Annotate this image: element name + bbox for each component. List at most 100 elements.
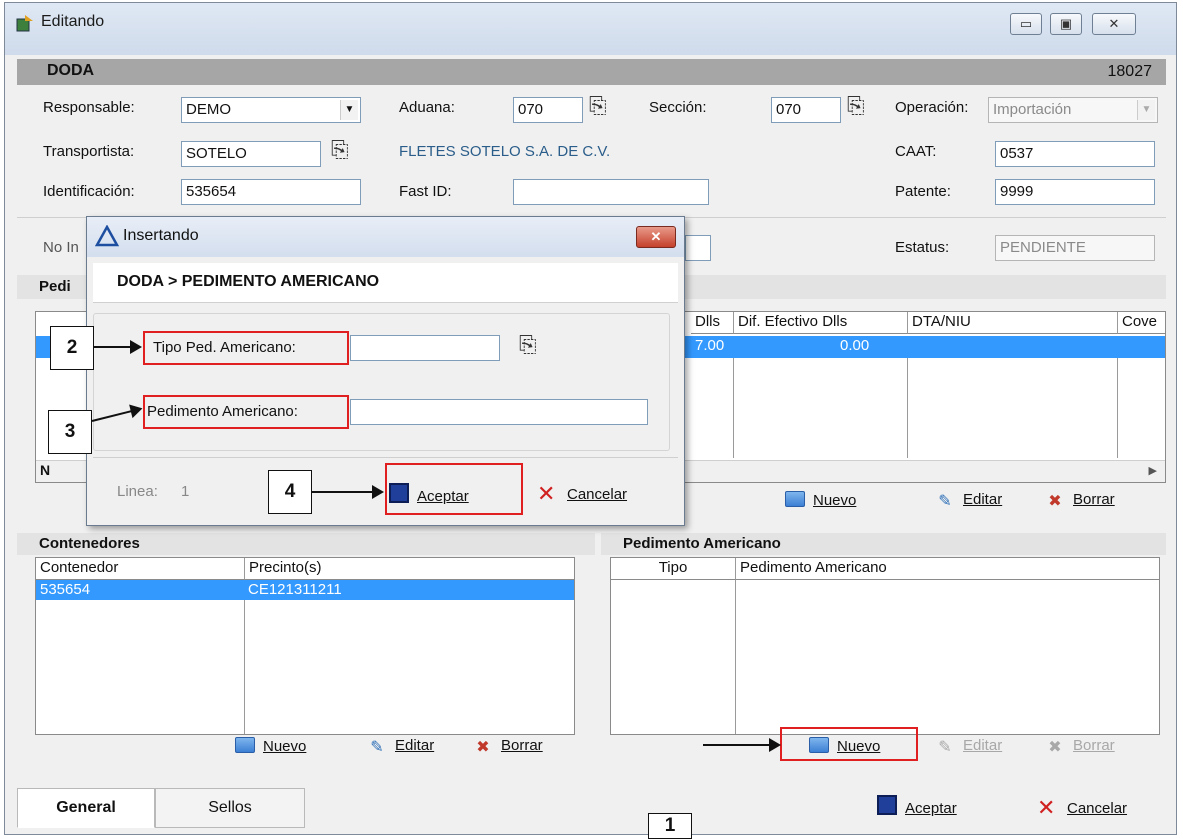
dialog-aceptar-label: Aceptar [417,488,469,505]
chevron-down-icon[interactable]: ▼ [340,100,358,120]
column-divider [907,358,908,458]
linea-label: Linea: [117,483,158,500]
transportista-input[interactable]: SOTELO [181,141,321,167]
table-cell: 7.00 [695,337,725,354]
pedimento-americano-label: Pedimento Americano: [147,403,298,420]
operacion-select[interactable]: Importación ▼ [988,97,1158,123]
table-cell: CE121311211 [248,581,342,598]
operacion-label: Operación: [895,99,969,116]
responsable-value: DEMO [186,101,231,118]
nav-label[interactable]: N [40,462,50,478]
aduana-lookup-icon[interactable]: ⎘ [589,95,607,117]
tab-strip: General Sellos [17,788,307,828]
maximize-button[interactable]: ▣ [1050,13,1082,35]
aceptar-label: Aceptar [905,800,957,817]
contenedores-new-button[interactable]: Nuevo [235,737,306,755]
scroll-right-icon[interactable]: ▶ [1149,464,1157,477]
contenedores-table[interactable]: Contenedor Precinto(s) 535654 CE12131121… [35,557,575,735]
column-divider [733,358,734,458]
operacion-value: Importación [993,101,1072,118]
close-window-button[interactable]: ✕ [1092,13,1136,35]
pedimento-americano-section-header: Pedimento Americano [601,533,1166,555]
no-inspeccion-input[interactable] [685,235,711,261]
edit-label: Editar [963,737,1003,754]
aduana-label: Aduana: [399,99,455,116]
column-header[interactable]: Contenedor [36,558,244,580]
callout-4: 4 [268,470,312,514]
tab-sellos[interactable]: Sellos [155,788,305,828]
tipo-ped-americano-input[interactable] [350,335,500,361]
contenedores-edit-button[interactable]: ✎ Editar [367,737,434,756]
arrow-2 [94,340,142,354]
cancel-icon: ✕ [1037,795,1056,820]
pedimento-americano-input[interactable] [350,399,648,425]
insertando-dialog: Insertando ✕ DODA > PEDIMENTO AMERICANO … [86,216,685,526]
estatus-input[interactable]: PENDIENTE [995,235,1155,261]
column-header[interactable]: Tipo [611,558,735,580]
pedimentos-section-title: Pedi [39,278,71,295]
dialog-title: Insertando [123,227,199,244]
save-icon [877,795,897,815]
edit-label: Editar [963,491,1003,508]
table-row[interactable]: 535654 CE121311211 [36,580,574,600]
patente-input[interactable]: 9999 [995,179,1155,205]
contenedores-delete-button[interactable]: ✖ Borrar [473,737,542,756]
dialog-header-title: DODA > PEDIMENTO AMERICANO [117,273,380,290]
caat-input[interactable]: 0537 [995,141,1155,167]
cancelar-label: Cancelar [1067,800,1128,817]
responsable-label: Responsable: [43,99,135,116]
column-header[interactable]: Dlls [691,312,733,334]
pencil-icon: ✎ [938,739,952,756]
tab-general[interactable]: General [17,788,155,828]
column-header[interactable]: Precinto(s) [244,558,574,580]
column-divider [735,580,736,734]
transportista-lookup-icon[interactable]: ⎘ [331,139,349,161]
fastid-label: Fast ID: [399,183,452,200]
tipo-ped-americano-label: Tipo Ped. Americano: [153,339,296,356]
seccion-input[interactable]: 070 [771,97,841,123]
new-label: Nuevo [263,738,307,755]
responsable-select[interactable]: DEMO ▼ [181,97,361,123]
aceptar-button[interactable]: Aceptar [877,795,957,817]
pedimentos-edit-button[interactable]: ✎ Editar [935,491,1002,510]
chevron-down-icon[interactable]: ▼ [1137,100,1155,120]
column-divider [1117,358,1118,458]
window-app-icon [16,15,33,32]
column-header[interactable]: Pedimento Americano [735,558,1159,580]
cancel-icon: ✕ [537,481,556,506]
dialog-cancelar-button[interactable]: ✕ Cancelar [537,481,627,506]
highlight-box [780,727,918,761]
column-divider [244,600,245,734]
dialog-close-button[interactable]: ✕ [636,226,676,248]
column-header[interactable]: Cove [1117,312,1165,334]
pedimento-americano-delete-button[interactable]: ✖ Borrar [1045,737,1114,756]
pencil-icon: ✎ [370,739,384,756]
cancelar-button[interactable]: ✕ Cancelar [1037,795,1128,820]
tipo-lookup-icon[interactable]: ⎘ [519,334,537,356]
callout-2: 2 [50,326,94,370]
dialog-title-bar: Insertando ✕ [87,217,684,257]
pedimento-americano-edit-button[interactable]: ✎ Editar [935,737,1002,756]
fastid-input[interactable] [513,179,709,205]
linea-value: 1 [181,483,190,500]
aduana-input[interactable]: 070 [513,97,583,123]
identificacion-input[interactable]: 535654 [181,179,361,205]
divider [93,457,678,458]
minimize-button[interactable]: ▭ [1010,13,1042,35]
pedimentos-delete-button[interactable]: ✖ Borrar [1045,491,1114,510]
warning-triangle-icon [95,225,119,247]
column-header[interactable]: Dif. Efectivo Dlls [733,312,907,334]
dialog-aceptar-button[interactable]: Aceptar [389,483,469,505]
column-header[interactable]: DTA/NIU [907,312,1117,334]
dialog-header: DODA > PEDIMENTO AMERICANO [93,263,678,303]
new-label: Nuevo [813,492,857,509]
caat-label: CAAT: [895,143,937,160]
table-cell: 0.00 [840,337,870,354]
seccion-lookup-icon[interactable]: ⎘ [847,95,865,117]
arrow-4 [312,485,384,499]
pedimento-americano-table[interactable]: Tipo Pedimento Americano [610,557,1160,735]
new-icon [785,491,805,507]
record-number: 18027 [1107,63,1153,80]
pedimentos-new-button[interactable]: Nuevo [785,491,856,509]
pencil-icon: ✎ [938,493,952,510]
